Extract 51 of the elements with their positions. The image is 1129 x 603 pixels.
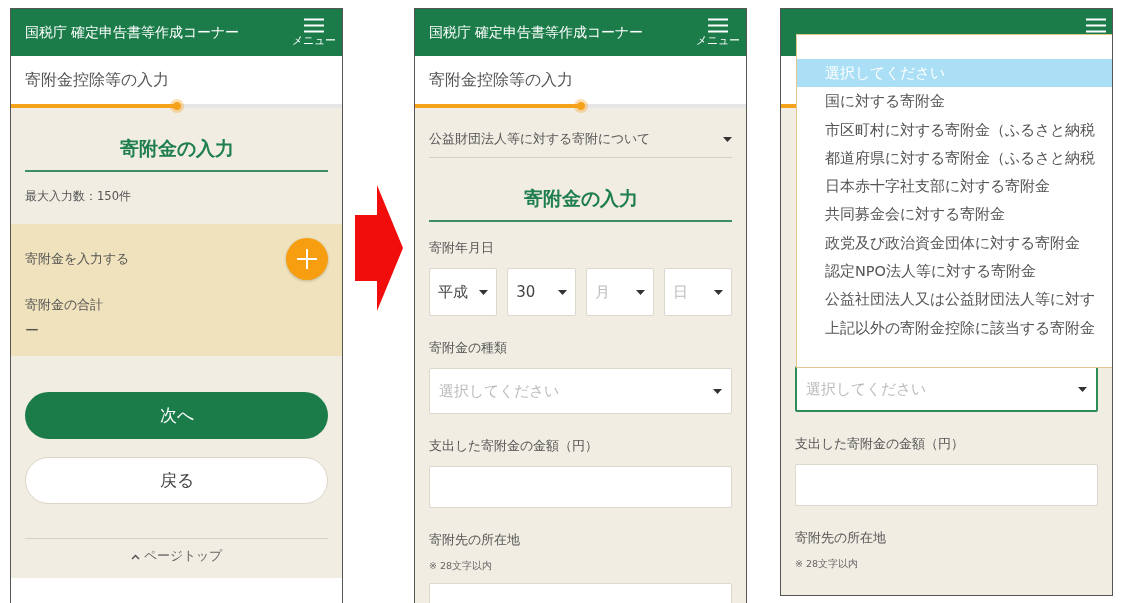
dropdown-option[interactable]: 国に対する寄附金	[797, 87, 1112, 116]
add-button[interactable]	[286, 238, 328, 280]
dropdown-option[interactable]: 市区町村に対する寄附金（ふるさと納税	[797, 115, 1112, 144]
section-heading: 寄附金の入力	[25, 136, 328, 172]
back-button[interactable]: 戻る	[25, 457, 328, 504]
dropdown-option[interactable]: 政党及び政治資金団体に対する寄附金	[797, 228, 1112, 258]
field-hint: ※ 28文字以内	[429, 560, 494, 573]
caret-icon	[1078, 386, 1087, 392]
input-field[interactable]	[429, 466, 732, 508]
page-title: 寄附金控除等の入力	[429, 69, 573, 91]
section-heading: 寄附金の入力	[429, 186, 732, 222]
field-label: 寄附金の種類	[429, 340, 508, 357]
menu-button[interactable]: メニュー	[696, 17, 740, 48]
total-label: 寄附金の合計	[25, 296, 104, 314]
field-label: 寄附先の所在地	[429, 532, 521, 549]
dropdown-option[interactable]: 共同募金会に対する寄附金	[797, 200, 1112, 229]
max-entries-note: 最大入力数：150件	[25, 189, 132, 204]
chevron-up-icon	[131, 553, 140, 560]
caret-icon	[713, 388, 722, 394]
menu-button[interactable]	[1086, 18, 1106, 33]
menu-icon	[708, 17, 728, 33]
field-label: 寄附先の所在地	[795, 530, 887, 547]
plus-icon	[296, 248, 318, 270]
caret-icon	[723, 136, 732, 142]
caret-icon	[714, 289, 723, 295]
date-select[interactable]: 平成	[429, 268, 498, 316]
field-label: 支出した寄附金の金額（円）	[429, 438, 599, 455]
menu-icon	[304, 17, 324, 33]
accordion-header[interactable]: 公益財団法人等に対する寄附について	[429, 130, 732, 158]
site-title: 国税庁 確定申告書等作成コーナー	[25, 23, 240, 42]
field-hint: ※ 28文字以内	[795, 558, 860, 571]
date-select[interactable]: 30	[507, 268, 576, 316]
site-title: 国税庁 確定申告書等作成コーナー	[429, 23, 644, 42]
dropdown-option[interactable]: 公益社団法人又は公益財団法人等に対す	[797, 285, 1112, 314]
dropdown-option[interactable]: 認定NPO法人等に対する寄附金	[797, 257, 1112, 286]
right-arrow-icon	[354, 185, 403, 311]
input-field[interactable]	[795, 464, 1098, 506]
next-button[interactable]: 次へ	[25, 392, 328, 439]
caret-icon	[557, 289, 567, 295]
caret-icon	[635, 289, 645, 295]
menu-button[interactable]: メニュー	[292, 17, 336, 48]
page-title: 寄附金控除等の入力	[25, 69, 169, 91]
add-label: 寄附金を入力する	[25, 250, 129, 268]
dropdown-option[interactable]: 上記以外の寄附金控除に該当する寄附金	[797, 313, 1112, 342]
dropdown-option[interactable]: 都道府県に対する寄附金（ふるさと納税	[797, 143, 1112, 173]
caret-icon	[479, 289, 489, 295]
total-value: ー	[25, 322, 40, 340]
page-top-link[interactable]: ページトップ	[131, 548, 222, 565]
field-label: 寄附年月日	[429, 240, 495, 257]
dropdown-option[interactable]: 日本赤十字社支部に対する寄附金	[797, 172, 1112, 201]
field-label: 支出した寄附金の金額（円）	[795, 436, 965, 453]
